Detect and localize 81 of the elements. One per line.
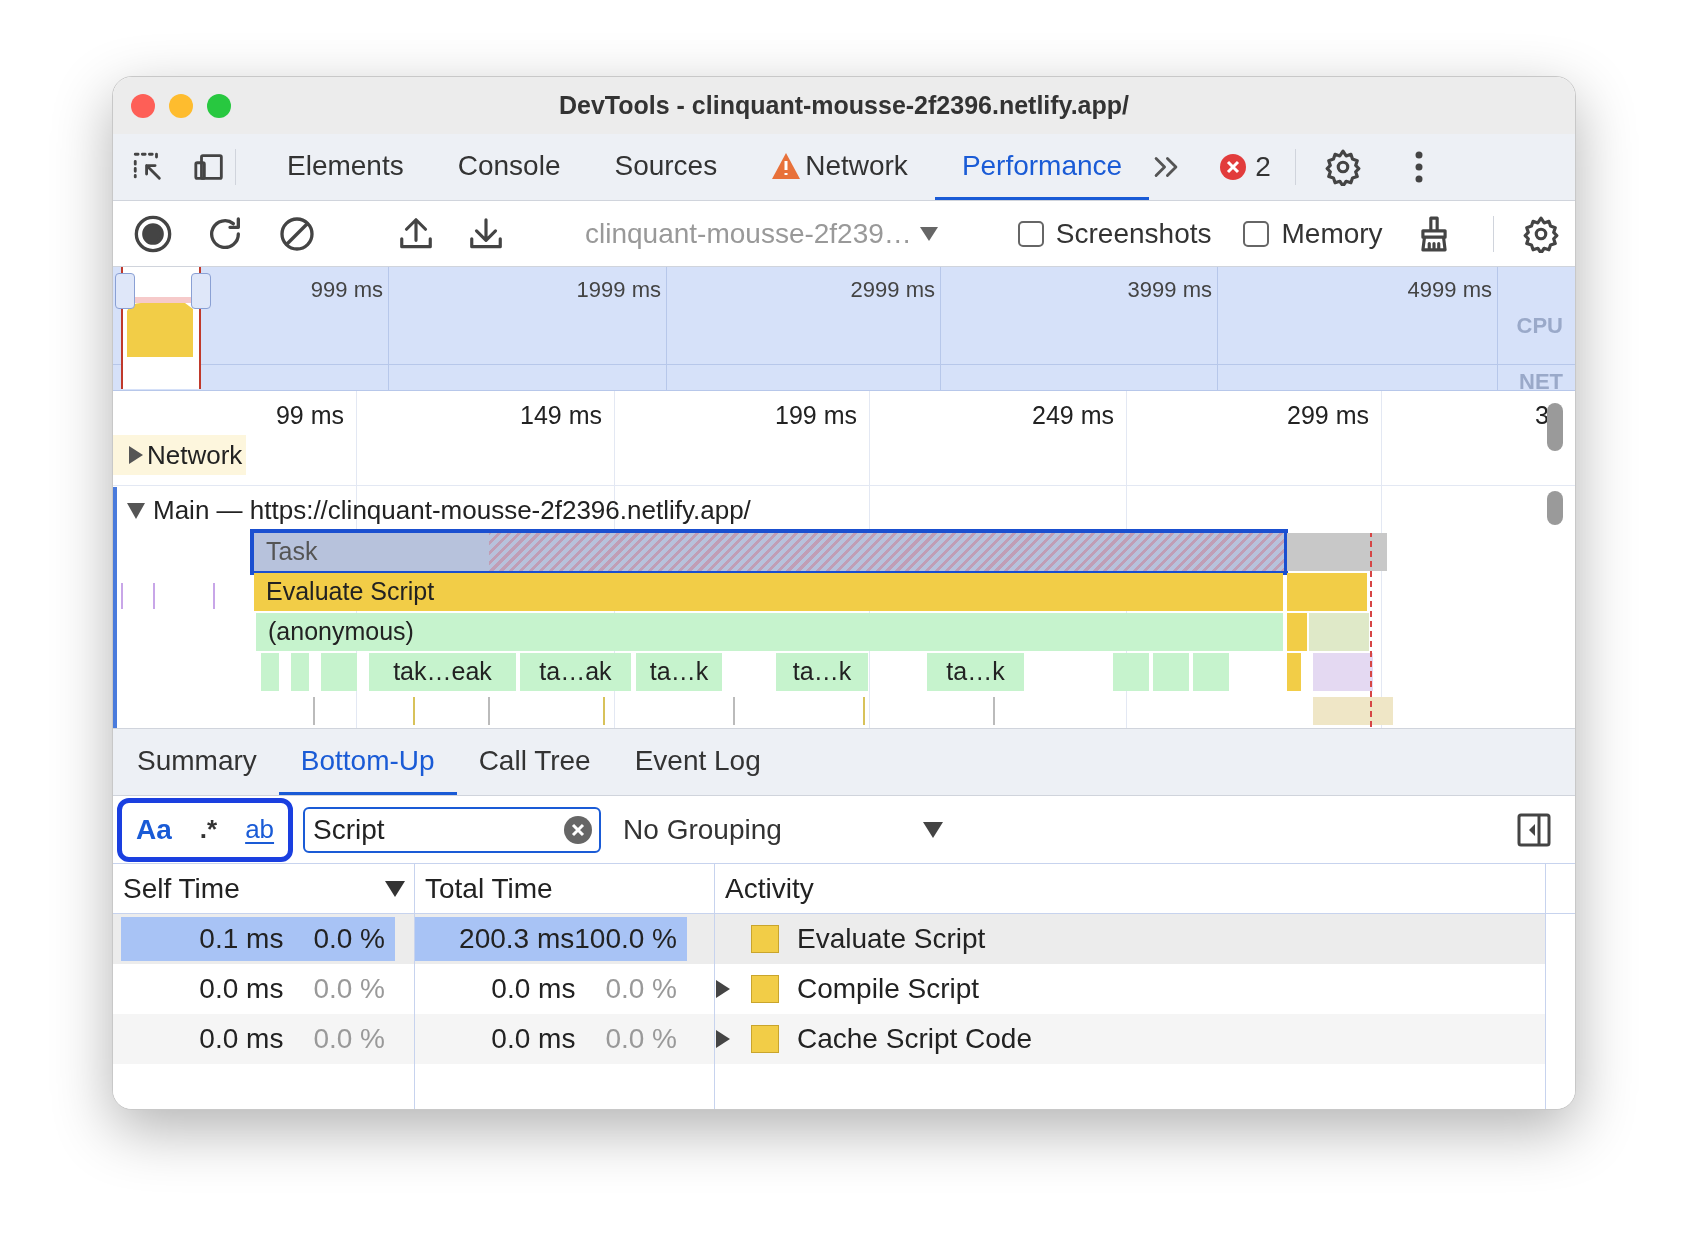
warning-icon xyxy=(771,151,802,180)
column-header[interactable]: Total Time xyxy=(415,864,715,913)
self-percent-cell-text: 0.0 % xyxy=(313,1022,385,1056)
more-menu-icon[interactable] xyxy=(1413,150,1424,184)
column-header[interactable]: Self Time xyxy=(113,864,415,913)
grouping-dropdown[interactable]: No Grouping xyxy=(623,808,944,851)
self-percent-cell-text: 0.0 % xyxy=(313,922,385,956)
caret-icon xyxy=(923,821,944,838)
range-handle[interactable] xyxy=(191,273,211,309)
details-tab[interactable]: Summary xyxy=(115,729,279,795)
details-tab[interactable]: Bottom-Up xyxy=(278,729,457,795)
activity-cell-text: Cache Script Code xyxy=(797,1022,1032,1056)
ruler-tick-label: 299 ms xyxy=(1287,400,1370,431)
details-tab[interactable]: Event Log xyxy=(612,729,783,795)
record-icon[interactable] xyxy=(133,213,173,254)
scrollbar-thumb[interactable] xyxy=(1547,491,1563,525)
overview-tick-label: 999 ms xyxy=(310,276,383,304)
panel-tab[interactable]: Console xyxy=(430,134,588,200)
flame-entry[interactable]: ta…ak xyxy=(520,653,631,691)
clear-field-icon[interactable] xyxy=(563,814,594,845)
match-case-button[interactable]: Aa xyxy=(136,808,172,851)
self-percent-cell-text: 0.0 % xyxy=(313,972,385,1006)
self-time-cell-text: 0.0 ms xyxy=(199,972,284,1006)
lane-label: NET xyxy=(1519,368,1563,396)
category-swatch xyxy=(751,1025,779,1053)
table-row[interactable]: 0.0 ms 0.0 % 0.0 ms 0.0 % Cache Script Code xyxy=(113,1014,1545,1064)
track-header[interactable]: Main — https://clinquant-mousse-2f2396.netlify.app/ xyxy=(127,491,751,530)
whole-word-button[interactable]: ab xyxy=(245,810,275,849)
overview-tick-label: 4999 ms xyxy=(1407,276,1492,304)
total-percent-cell-text: 0.0 % xyxy=(605,1022,677,1056)
overview-tick-label: 2999 ms xyxy=(850,276,935,304)
checkbox[interactable] xyxy=(1243,220,1270,247)
ruler-tick-label: 99 ms xyxy=(275,400,345,431)
window-title: DevTools - clinquant-mousse-2f2396.netlify.app/ xyxy=(558,89,1130,121)
checkbox-label[interactable]: Memory xyxy=(1243,212,1383,255)
activity-cell-text: Evaluate Script xyxy=(797,922,986,956)
total-time-cell-text: 200.3 ms xyxy=(459,922,575,956)
checkbox-label[interactable]: Screenshots xyxy=(1017,212,1212,255)
overview-tick-label: 1999 ms xyxy=(576,276,661,304)
column-header[interactable]: Activity xyxy=(715,864,1546,913)
flame-entry[interactable]: ta…k xyxy=(776,653,868,691)
ruler-tick-label: 199 ms xyxy=(775,400,858,431)
close-button[interactable] xyxy=(131,93,155,118)
flame-entry[interactable]: ta…k xyxy=(927,653,1024,691)
panel-tab[interactable]: Elements xyxy=(260,134,431,200)
flame-entry[interactable]: (anonymous) xyxy=(256,613,1283,651)
total-percent-cell-text: 100.0 % xyxy=(574,922,677,956)
flame-entry[interactable]: ta…k xyxy=(636,653,722,691)
panel-tab[interactable]: Network xyxy=(744,134,935,200)
range-handle[interactable] xyxy=(115,273,135,309)
panel-tab[interactable]: Sources xyxy=(587,134,745,200)
error-count[interactable]: 2 xyxy=(1255,146,1271,188)
self-time-cell-text: 0.0 ms xyxy=(199,1022,284,1056)
details-tab[interactable]: Call Tree xyxy=(456,729,613,795)
regex-button[interactable]: .* xyxy=(199,810,218,849)
sidebar-toggle-icon[interactable] xyxy=(1517,812,1551,847)
caret-icon xyxy=(919,226,938,241)
checkbox[interactable] xyxy=(1017,220,1044,247)
total-time-cell-text: 0.0 ms xyxy=(491,1022,576,1056)
scrollbar-thumb[interactable] xyxy=(1547,403,1563,451)
settings-icon[interactable] xyxy=(1323,148,1362,186)
settings-icon[interactable] xyxy=(1521,214,1560,253)
flame-entry[interactable]: tak…eak xyxy=(369,653,516,691)
category-swatch xyxy=(751,925,779,953)
category-swatch xyxy=(751,975,779,1003)
ruler-tick-label: 249 ms xyxy=(1032,400,1115,431)
flame-entry[interactable]: Evaluate Script xyxy=(254,573,1283,611)
filter-input[interactable]: Script xyxy=(303,806,602,853)
total-percent-cell-text: 0.0 % xyxy=(605,972,677,1006)
ruler-tick-label: 149 ms xyxy=(520,400,603,431)
ruler-tick-label: 3 xyxy=(1535,400,1549,431)
lane-label: CPU xyxy=(1516,312,1563,340)
expand-arrow-icon[interactable] xyxy=(715,979,731,999)
track-header[interactable]: Network xyxy=(113,435,247,475)
total-time-cell-text: 0.0 ms xyxy=(491,972,576,1006)
table-row[interactable]: 0.1 ms 0.0 % 200.3 ms100.0 % Evaluate Script xyxy=(113,914,1545,964)
expand-arrow-icon[interactable] xyxy=(715,1029,731,1049)
activity-cell-text: Compile Script xyxy=(797,972,980,1006)
self-time-cell-text: 0.1 ms xyxy=(199,922,284,956)
overview-tick-label: 3999 ms xyxy=(1127,276,1212,304)
error-icon xyxy=(1219,153,1248,181)
